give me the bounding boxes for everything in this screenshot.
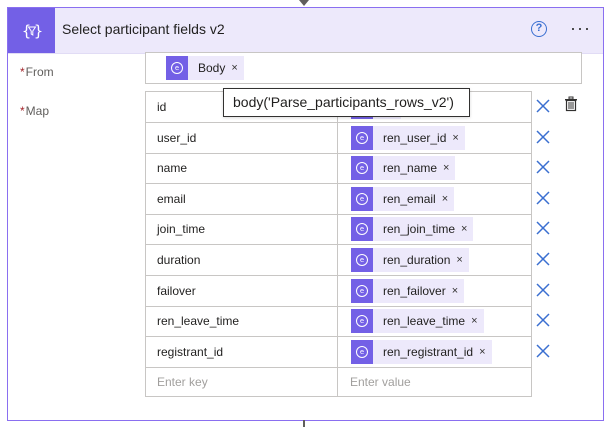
map-key-input[interactable]: join_time — [146, 214, 338, 245]
token-tooltip: body('Parse_participants_rows_v2') — [223, 88, 470, 117]
expression-token-icon: e — [166, 56, 188, 80]
map-value-input[interactable]: e ren_user_id × — [339, 123, 531, 153]
map-value-token[interactable]: e ren_failover × — [351, 276, 465, 306]
expression-token-icon: e — [351, 217, 373, 242]
svg-text:}: } — [34, 22, 42, 40]
map-key-input[interactable]: email — [146, 183, 338, 214]
map-row-empty: Enter key Enter value — [146, 367, 531, 398]
token-label: ren_leave_time — [383, 314, 466, 329]
expression-token-icon: e — [351, 309, 373, 334]
flow-connector-arrow — [299, 0, 309, 6]
map-row: registrant_id e ren_registrant_id × — [146, 336, 531, 368]
token-remove-icon[interactable]: × — [456, 245, 468, 275]
map-value-token[interactable]: e ren_name × — [351, 153, 456, 183]
token-label: Body — [198, 61, 226, 75]
delete-row-icon[interactable] — [536, 99, 550, 113]
delete-row-icon[interactable] — [536, 221, 550, 235]
map-key-input[interactable]: failover — [146, 275, 338, 306]
delete-row-icon[interactable] — [536, 191, 550, 205]
map-value-input[interactable]: e ren_registrant_id × — [339, 337, 531, 367]
expression-token-icon: e — [351, 186, 373, 211]
token-label: ren_name — [383, 161, 438, 176]
map-key-input[interactable]: name — [146, 153, 338, 184]
map-value-token[interactable]: e ren_user_id × — [351, 123, 465, 153]
select-action-icon: { } — [8, 8, 55, 53]
token-remove-icon[interactable]: × — [442, 184, 454, 214]
token-label: ren_email — [383, 191, 436, 206]
map-value-token[interactable]: e ren_duration × — [351, 248, 469, 272]
map-row: name e ren_name × — [146, 153, 531, 185]
token-label: ren_user_id — [383, 130, 447, 145]
trash-icon[interactable] — [564, 96, 578, 112]
expression-token-icon: e — [351, 125, 373, 150]
map-value-input[interactable]: e ren_email × — [339, 184, 531, 214]
token-label: ren_registrant_id — [383, 344, 474, 359]
token-label: ren_failover — [383, 283, 446, 298]
delete-row-icon[interactable] — [536, 344, 550, 358]
map-row: join_time e ren_join_time × — [146, 214, 531, 246]
token-remove-icon[interactable]: × — [452, 123, 464, 153]
map-key-input[interactable]: duration — [146, 245, 338, 275]
flow-connector-line — [303, 420, 305, 427]
map-key-input[interactable]: registrant_id — [146, 336, 338, 367]
map-table: ide×user_ideren_user_id×nameeren_name×em… — [145, 91, 532, 398]
map-value-token[interactable]: e ren_join_time × — [351, 214, 474, 244]
map-value-input[interactable]: Enter value — [339, 367, 531, 397]
token-remove-icon[interactable]: × — [452, 276, 464, 306]
from-token[interactable]: e Body × — [166, 56, 244, 80]
token-remove-icon[interactable]: × — [479, 337, 491, 367]
delete-row-icon[interactable] — [536, 252, 550, 266]
from-input[interactable]: e Body × — [145, 52, 582, 84]
action-title[interactable]: Select participant fields v2 — [62, 21, 225, 37]
delete-row-icon[interactable] — [536, 160, 550, 174]
expression-token-icon: e — [351, 156, 373, 181]
token-label: ren_join_time — [383, 222, 456, 237]
map-key-input[interactable]: ren_leave_time — [146, 306, 338, 337]
map-row: failover e ren_failover × — [146, 275, 531, 307]
svg-text:{: { — [22, 22, 31, 40]
map-key-input[interactable]: user_id — [146, 122, 338, 153]
map-value-token[interactable]: e ren_leave_time × — [351, 306, 484, 336]
map-row: user_id e ren_user_id × — [146, 122, 531, 154]
map-value-token[interactable]: e ren_registrant_id × — [351, 337, 492, 367]
map-row: duration e ren_duration × — [146, 245, 531, 276]
token-remove-icon[interactable]: × — [471, 306, 483, 336]
map-value-input[interactable]: e ren_leave_time × — [339, 306, 531, 336]
token-remove-icon[interactable]: × — [443, 153, 455, 183]
token-remove-icon[interactable]: × — [461, 214, 473, 244]
map-value-input[interactable]: e ren_join_time × — [339, 214, 531, 244]
from-label: *From — [20, 65, 54, 79]
more-options-icon[interactable]: ··· — [570, 18, 591, 39]
delete-row-icon[interactable] — [536, 313, 550, 327]
help-icon[interactable]: ? — [531, 21, 547, 37]
token-label: ren_duration — [383, 253, 451, 267]
map-value-token[interactable]: e ren_email × — [351, 184, 455, 214]
expression-token-icon: e — [351, 278, 373, 303]
map-row: email e ren_email × — [146, 183, 531, 215]
token-remove-icon[interactable]: × — [231, 62, 243, 74]
action-header[interactable]: { } Select participant fields v2 ? ··· — [8, 8, 603, 54]
map-label: *Map — [20, 104, 50, 118]
expression-token-icon: e — [351, 339, 373, 364]
map-key-input[interactable]: Enter key — [146, 367, 338, 398]
delete-row-icon[interactable] — [536, 130, 550, 144]
map-row: ren_leave_time e ren_leave_time × — [146, 306, 531, 338]
map-value-input[interactable]: e ren_failover × — [339, 276, 531, 306]
expression-token-icon: e — [351, 248, 373, 272]
map-value-input[interactable]: e ren_duration × — [339, 245, 531, 275]
delete-row-icon[interactable] — [536, 283, 550, 297]
map-value-input[interactable]: e ren_name × — [339, 153, 531, 183]
